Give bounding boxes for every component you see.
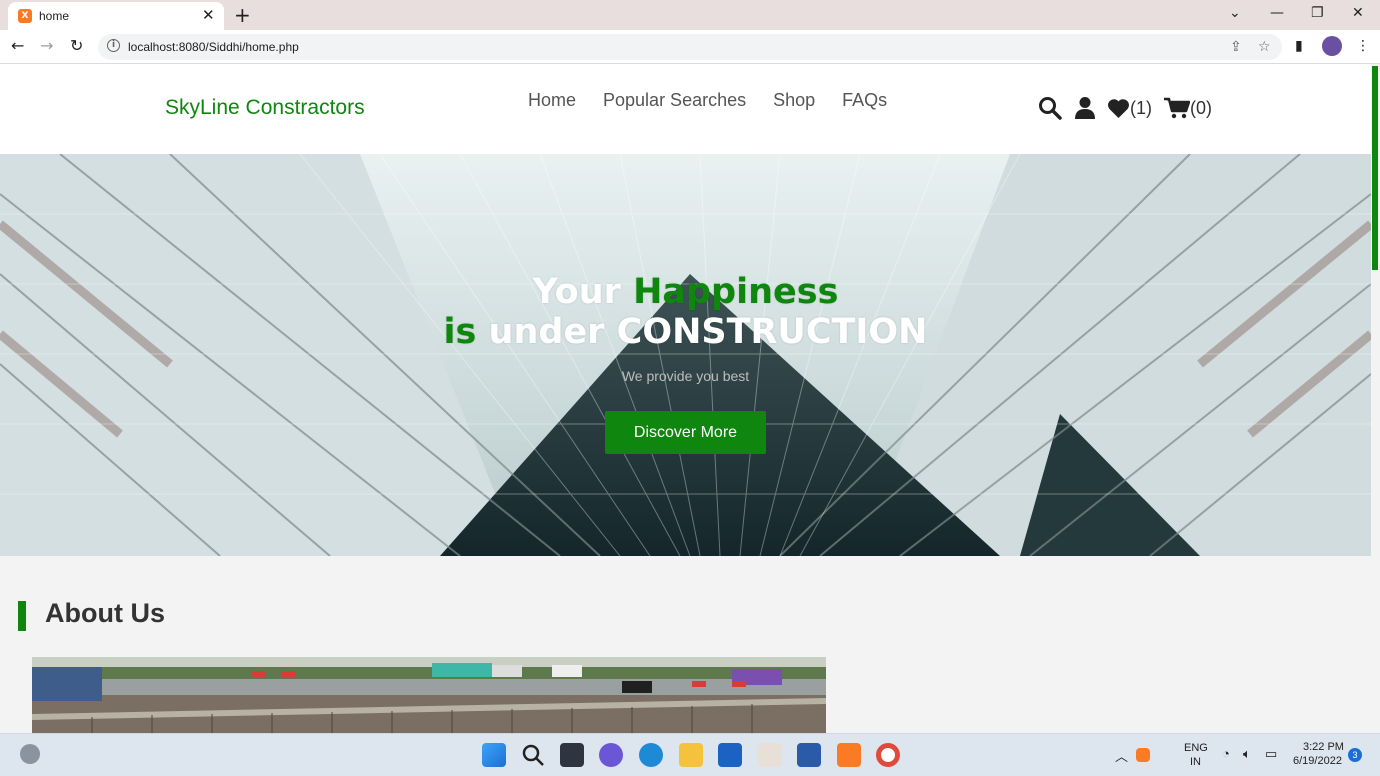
window-close-button[interactable]: ✕ [1352, 5, 1364, 21]
tab-close-icon[interactable]: ✕ [202, 6, 215, 24]
page-scrollbar-thumb[interactable] [1372, 66, 1378, 270]
wishlist-count[interactable]: (1) [1130, 98, 1152, 119]
discover-more-button[interactable]: Discover More [605, 411, 766, 454]
tab-search-icon[interactable]: ⌄ [1229, 5, 1241, 21]
construction-site-image [32, 657, 826, 733]
hero-word-happiness: Happiness [633, 272, 839, 312]
hero-word-under: under [476, 312, 617, 352]
hero-subtitle: We provide you best [621, 368, 750, 384]
wishlist-heart-icon[interactable] [1107, 98, 1130, 119]
back-icon[interactable]: ← [11, 36, 24, 55]
tray-expand-icon[interactable]: ︿ [1115, 746, 1128, 765]
wifi-icon[interactable]: ◔ [1222, 746, 1230, 761]
microsoft-store-icon[interactable] [718, 743, 742, 767]
hero-word-is: is [443, 312, 477, 352]
tab-strip: X home ✕ + ⌄ — ❐ ✕ [0, 0, 1380, 30]
hero-word-construction: CONSTRUCTION [616, 312, 928, 352]
about-heading: About Us [45, 598, 165, 628]
nav-shop[interactable]: Shop [773, 90, 815, 111]
nav-home[interactable]: Home [528, 90, 576, 111]
clock-time[interactable]: 3:22 PM [1303, 741, 1344, 753]
lang-region[interactable]: IN [1190, 756, 1201, 768]
header-icons: (1) (0) [1038, 96, 1212, 120]
hero-headline-line1: Your Happiness [0, 272, 1371, 312]
hero-word-your: Your [532, 272, 634, 312]
minimize-button[interactable]: — [1270, 5, 1284, 21]
xampp-favicon-icon: X [18, 9, 32, 23]
task-view-icon[interactable] [560, 743, 584, 767]
browser-toolbar: ← → ↻ i localhost:8080/Siddhi/home.php ⇪… [0, 30, 1380, 64]
edge-browser-icon[interactable] [639, 743, 663, 767]
word-icon[interactable] [797, 743, 821, 767]
hero-banner: Your Happiness is under CONSTRUCTION We … [0, 154, 1371, 556]
about-accent-bar [18, 601, 26, 631]
nav-popular-searches[interactable]: Popular Searches [603, 90, 746, 111]
cart-count[interactable]: (0) [1190, 98, 1212, 119]
reload-icon[interactable]: ↻ [70, 36, 83, 55]
share-icon[interactable]: ⇪ [1230, 39, 1242, 55]
windows-taskbar: ︿ ENG IN ◔ 🔈︎ ▭ 3:22 PM 6/19/2022 3 [0, 733, 1380, 776]
clock-date[interactable]: 6/19/2022 [1293, 755, 1342, 767]
search-icon[interactable] [1038, 96, 1062, 120]
site-header: SkyLine Constractors Home Popular Search… [0, 64, 1371, 154]
teams-chat-icon[interactable] [599, 743, 623, 767]
notification-badge[interactable]: 3 [1348, 748, 1362, 762]
tab-title: home [39, 9, 70, 23]
main-nav: Home Popular Searches Shop FAQs [528, 90, 887, 111]
weather-widget-icon[interactable] [20, 744, 40, 764]
restore-button[interactable]: ❐ [1311, 5, 1324, 21]
site-logo[interactable]: SkyLine Constractors [165, 96, 365, 120]
forward-icon[interactable]: → [40, 36, 53, 55]
tab-home[interactable]: X home ✕ [8, 2, 224, 30]
nav-faqs[interactable]: FAQs [842, 90, 887, 111]
url-text[interactable]: localhost:8080/Siddhi/home.php [128, 40, 299, 54]
windows-start-icon[interactable] [482, 743, 506, 767]
file-explorer-icon[interactable] [679, 743, 703, 767]
browser-menu-icon[interactable]: ⋮ [1356, 38, 1370, 54]
page-viewport: SkyLine Constractors Home Popular Search… [0, 64, 1371, 733]
glass-building-image [0, 154, 1371, 556]
volume-icon[interactable]: 🔈︎ [1243, 746, 1251, 762]
chrome-icon[interactable] [876, 743, 900, 767]
user-icon[interactable] [1074, 96, 1096, 120]
bookmark-star-icon[interactable]: ☆ [1258, 39, 1271, 55]
address-bar[interactable]: i localhost:8080/Siddhi/home.php ⇪ ☆ [98, 34, 1282, 60]
gift-app-icon[interactable] [758, 743, 782, 767]
side-panel-icon[interactable]: ▮ [1295, 38, 1303, 54]
cart-icon[interactable] [1164, 97, 1190, 119]
lang-code[interactable]: ENG [1184, 742, 1208, 754]
profile-avatar[interactable] [1322, 36, 1342, 56]
taskbar-search-icon[interactable] [521, 743, 545, 767]
hero-headline-line2: is under CONSTRUCTION [0, 312, 1371, 352]
new-tab-button[interactable]: + [234, 3, 251, 27]
battery-icon[interactable]: ▭ [1265, 746, 1277, 762]
site-info-icon[interactable]: i [107, 39, 120, 52]
xampp-icon[interactable] [837, 743, 861, 767]
tray-xampp-icon[interactable] [1136, 748, 1150, 762]
